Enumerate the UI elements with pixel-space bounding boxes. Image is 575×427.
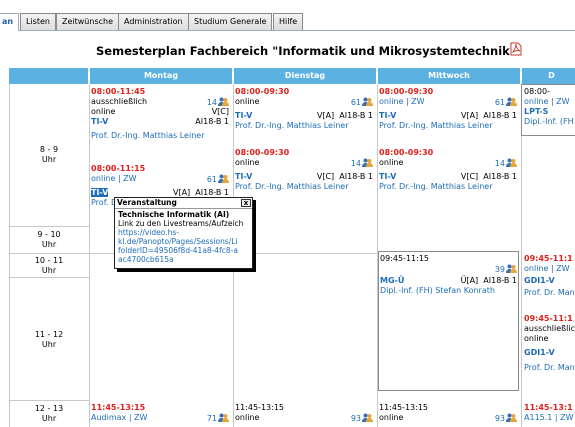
event-di-ti-v-a[interactable]: 08:00-09:30 online 61 TI-V V[A] AI18-B 1 P… [235,87,373,131]
popup-course-name: Technische Informatik (AI) [118,210,230,219]
people-icon [506,264,517,273]
people-icon [218,413,229,422]
time-8-9: 8 - 9 Uhr [39,145,59,164]
popup-link-2[interactable]: kl.de/Panopto/Pages/Sessions/Li [118,237,249,246]
people-icon [362,158,373,167]
time-11-12: 11 - 12 Uhr [34,330,64,349]
header-dienstag: Dienstag [234,68,377,84]
event-do-1145[interactable]: 11:45-13:1 A115.1 | ZW [524,403,575,423]
event-di-ti-v-c[interactable]: 08:00-09:30 online 14 TI-V V[C] AI18-B 1 P… [235,148,373,192]
people-icon [362,413,373,422]
event-popup: Veranstaltung x Technische Informatik (A… [114,197,253,269]
time-12-13: 12 - 13 Uhr [34,404,64,423]
header-time [9,68,89,84]
event-mi-ti-v-a[interactable]: 08:00-09:30 online | ZW 61 TI-V V[A] AI18-… [379,87,517,131]
event-do-gdi1-a[interactable]: 09:45-11:1 online | ZW GDI1-V Prof. Dr. … [524,254,575,298]
schedule-grid: Montag Dienstag Mittwoch D 8 - 9 Uhr 9 - … [0,0,575,427]
event-di-1145[interactable]: 11:45-13:15 online 93 [235,403,373,423]
header-mittwoch: Mittwoch [378,68,521,84]
header-donnerstag: D [522,68,575,84]
popup-link-4[interactable]: ac4700cb615a [118,255,249,264]
people-icon [506,158,517,167]
people-icon [506,97,517,106]
popup-description: Link zu den Livestreams/Aufzeich [118,219,244,228]
people-icon [506,413,517,422]
people-icon [218,97,229,106]
event-mi-1145[interactable]: 11:45-13:15 online 93 [379,403,517,423]
people-icon [362,97,373,106]
event-mo-1145[interactable]: 11:45-13:15 Audimax | ZW 71 [91,403,229,423]
header-montag: Montag [90,68,233,84]
event-mi-mg-u[interactable]: 09:45-11:15 39 MG-Ü Ü[A] AI18-B 1 Dipl.-I… [380,254,517,296]
popup-link-1[interactable]: https://video.hs- [118,228,249,237]
event-do-lpt-s[interactable]: 08:00- online | ZW LPT-S Dipl.-Inf. (FH [524,87,575,127]
event-do-gdi1-b[interactable]: 09:45-11:1 ausschließlic online GDI1-V P… [524,314,575,373]
time-10-11: 10 - 11 Uhr [34,256,64,275]
people-icon [218,174,229,183]
popup-header: Veranstaltung x [115,198,252,209]
event-mo-ti-v-c[interactable]: 08:00-11:45 ausschließlich 14 online V[C] … [91,87,229,141]
popup-link-3[interactable]: folderID=49506f8d-41a8-4fc8-a [118,246,249,255]
close-button[interactable]: x [241,199,251,207]
time-9-10: 9 - 10 Uhr [37,230,61,249]
event-mi-ti-v-c[interactable]: 08:00-09:30 online 14 TI-V V[C] AI18-B 1 P… [379,148,517,192]
